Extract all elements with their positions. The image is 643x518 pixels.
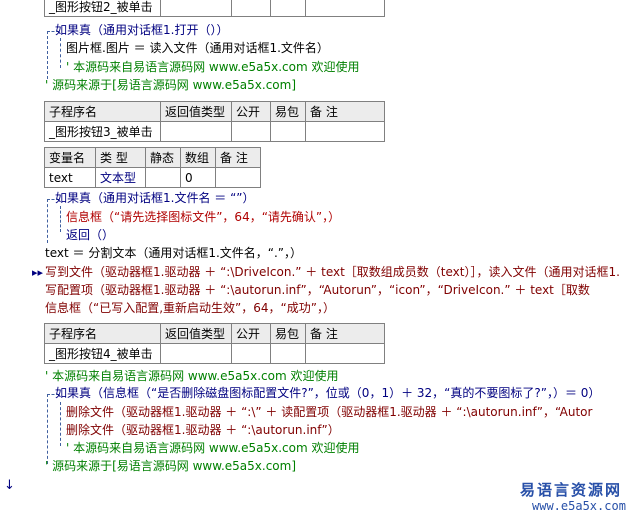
col-header-array: 数组 [180, 147, 216, 168]
col-header-note: 备 注 [305, 101, 385, 122]
watermark-url: www.e5a5x.com [532, 499, 626, 513]
watermark-title: 易语言资源网 [520, 481, 623, 499]
col-header-note: 备 注 [215, 147, 261, 168]
comment-line[interactable]: ' 本源码来自易语言源码网 www.e5a5x.com 欢迎使用 [66, 59, 359, 76]
editor-gutter [0, 0, 40, 518]
flow-line [47, 31, 48, 79]
col-header-easy-pack: 易包 [270, 101, 306, 122]
var-array-cell[interactable]: 0 [180, 167, 216, 188]
col-header-return-type: 返回值类型 [160, 323, 232, 344]
flow-line [60, 38, 61, 68]
sub1-table: _图形按钮2_被单击 [44, 0, 385, 17]
sub3-name[interactable]: _图形按钮4_被单击 [44, 343, 161, 364]
col-header-sub-name: 子程序名 [44, 323, 161, 344]
sub2-name[interactable]: _图形按钮3_被单击 [44, 121, 161, 142]
breakpoint-arrow-icon[interactable]: ▸▸ [32, 266, 43, 279]
col-header-sub-name: 子程序名 [44, 101, 161, 122]
code-line-write-file[interactable]: 写到文件（驱动器框1.驱动器 ＋ “:\DriveIcon.” ＋ text［取… [45, 264, 620, 281]
comment-line[interactable]: ' 本源码来自易语言源码网 www.e5a5x.com 欢迎使用 [66, 440, 359, 457]
sub1-name[interactable]: _图形按钮2_被单击 [44, 0, 161, 17]
comment-line[interactable]: ' 本源码来自易语言源码网 www.e5a5x.com 欢迎使用 [45, 368, 338, 385]
if-statement[interactable]: 如果真（信息框（“是否删除磁盘图标配置文件?”，位或（0，1）＋ 32，“真的不… [55, 385, 600, 402]
col-header-return-type: 返回值类型 [160, 101, 232, 122]
var-static-cell[interactable] [145, 167, 181, 188]
sub2-table: 子程序名 返回值类型 公开 易包 备 注 _图形按钮3_被单击 [44, 101, 385, 142]
comment-line[interactable]: ' 源码来源于[易语言源码网 www.e5a5x.com] [45, 77, 296, 94]
col-header-note: 备 注 [305, 323, 385, 344]
var-name-cell[interactable]: text [44, 167, 96, 188]
code-line-delete-file[interactable]: 删除文件（驱动器框1.驱动器 ＋ “:\autorun.inf”） [66, 422, 340, 439]
var-table: 变量名 类 型 静态 数组 备 注 text 文本型 0 [44, 147, 261, 188]
code-line-delete-file[interactable]: 删除文件（驱动器框1.驱动器 ＋ “:\” ＋ 读配置项（驱动器框1.驱动器 ＋… [66, 404, 592, 421]
if-statement[interactable]: 如果真（通用对话框1.打开（）） [55, 22, 228, 39]
col-header-public: 公开 [231, 101, 271, 122]
code-line-assign[interactable]: 图片框.图片 ＝ 读入文件（通用对话框1.文件名） [66, 40, 329, 57]
col-header-type: 类 型 [95, 147, 146, 168]
code-line-return[interactable]: 返回（） [66, 227, 114, 244]
code-line-msgbox[interactable]: 信息框（“已写入配置,重新启动生效”，64，“成功”，） [45, 300, 335, 317]
var-type-cell[interactable]: 文本型 [95, 167, 146, 188]
code-line-msgbox[interactable]: 信息框（“请先选择图标文件”，64，“请先确认”，） [66, 209, 340, 226]
down-arrow-icon[interactable]: ↓ [4, 478, 15, 493]
if-statement[interactable]: 如果真（通用对话框1.文件名 ＝ “”） [55, 190, 255, 207]
col-header-easy-pack: 易包 [270, 323, 306, 344]
flow-line [47, 199, 48, 243]
flow-line [47, 394, 48, 464]
sub3-table: 子程序名 返回值类型 公开 易包 备 注 _图形按钮4_被单击 [44, 323, 385, 364]
flow-line [60, 402, 61, 446]
flow-line [60, 206, 61, 232]
code-line-split[interactable]: text ＝ 分割文本（通用对话框1.文件名，“.”，） [45, 245, 302, 262]
code-line-write-config[interactable]: 写配置项（驱动器框1.驱动器 ＋ “:\autorun.inf”，“Autoru… [45, 282, 590, 299]
comment-line[interactable]: ' 源码来源于[易语言源码网 www.e5a5x.com] [45, 458, 296, 475]
col-header-static: 静态 [145, 147, 181, 168]
col-header-var-name: 变量名 [44, 147, 96, 168]
var-note-cell[interactable] [215, 167, 261, 188]
col-header-public: 公开 [231, 323, 271, 344]
